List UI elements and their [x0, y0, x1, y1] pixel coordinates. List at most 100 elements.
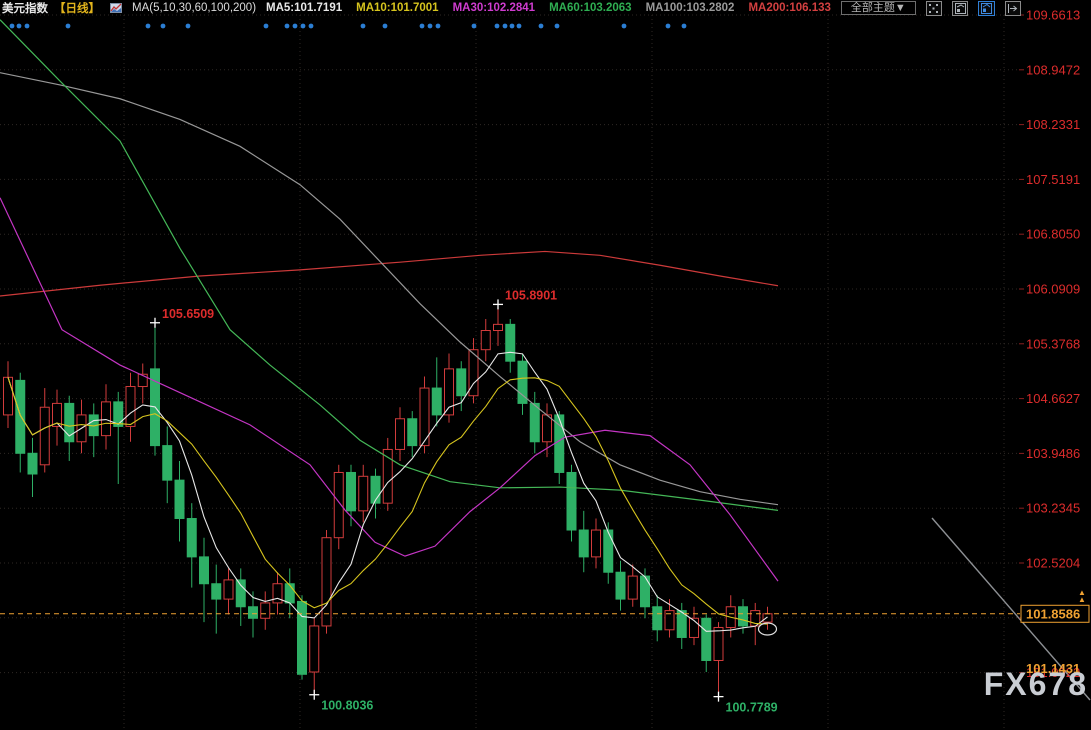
price-annotation: 100.8036 [321, 699, 373, 713]
price-axis: 109.6613108.9472108.2331107.5191106.8050… [1019, 8, 1089, 681]
candle-up [543, 415, 552, 442]
event-dot [428, 24, 433, 29]
candle-up [481, 331, 490, 350]
event-dot [622, 24, 627, 29]
candle-up [359, 476, 368, 511]
event-dot [10, 24, 15, 29]
ma-line-ma30 [0, 198, 778, 581]
export-pane-icon-button[interactable] [1005, 1, 1021, 16]
candle-down [236, 580, 245, 607]
candle-down [432, 388, 441, 415]
event-dot [420, 24, 425, 29]
candle-down [249, 607, 258, 619]
mini-chart-icon [110, 2, 122, 14]
scroll-up-arrow[interactable]: ▲ [1078, 588, 1086, 597]
candle-up [714, 627, 723, 660]
candle-down [555, 415, 564, 473]
candle-down [653, 607, 662, 630]
candle-down [187, 519, 196, 557]
candle-down [702, 618, 711, 660]
axis-tick-label: 108.9472 [1026, 62, 1080, 77]
candle-down [16, 380, 25, 453]
layout-grid-icon-button[interactable] [926, 1, 942, 16]
pane-chart-icon-button[interactable] [952, 1, 968, 16]
candle-down [579, 530, 588, 557]
candle-down [408, 419, 417, 446]
candle-down [641, 576, 650, 607]
event-dot [161, 24, 166, 29]
candle-up [628, 576, 637, 599]
candle-up [261, 603, 270, 618]
axis-tick-label: 108.2331 [1026, 117, 1080, 132]
axis-tick-label: 106.0909 [1026, 281, 1080, 296]
event-dots [10, 24, 687, 29]
current-price-label: 101.8586 [1026, 606, 1080, 621]
candlesticks [4, 304, 773, 696]
candle-down [163, 446, 172, 481]
axis-tick-label: 105.3768 [1026, 336, 1080, 351]
axis-tick-label: 104.6627 [1026, 391, 1080, 406]
candle-up [396, 419, 405, 450]
event-dot [555, 24, 560, 29]
candle-up [592, 530, 601, 557]
candle-down [616, 572, 625, 599]
candle-up [126, 387, 135, 427]
candle-up [4, 377, 13, 415]
ma-value: MA200:106.133 [748, 2, 830, 14]
event-dot [517, 24, 522, 29]
event-dot [309, 24, 314, 29]
candle-down [28, 453, 37, 474]
pane-chart-active-icon [981, 3, 992, 14]
candle-down [212, 584, 221, 599]
candle-down [739, 607, 748, 626]
annotations: 105.6509105.8901100.8036100.7789 [150, 288, 778, 714]
ma-value: MA30:102.2841 [453, 2, 535, 14]
axis-tick-label: 107.5191 [1026, 172, 1080, 187]
candle-down [175, 480, 184, 518]
price-annotation: 100.7789 [726, 701, 778, 715]
export-arrow-icon [1007, 3, 1018, 14]
event-dot [472, 24, 477, 29]
event-dot [436, 24, 441, 29]
event-dot [495, 24, 500, 29]
event-dot [17, 24, 22, 29]
price-annotation: 105.8901 [505, 288, 557, 302]
ma-value: MA10:101.7001 [356, 2, 438, 14]
axis-tick-label: 102.5204 [1026, 555, 1080, 570]
event-dot [539, 24, 544, 29]
candle-down [530, 403, 539, 441]
candle-up [763, 614, 772, 622]
event-dot [666, 24, 671, 29]
axis-tick-label: 103.9486 [1026, 446, 1080, 461]
candle-up [322, 538, 331, 626]
theme-dropdown-button[interactable]: 全部主题▼ [841, 1, 916, 15]
symbol-title: 美元指数 [2, 0, 48, 16]
candle-up [494, 324, 503, 330]
ma-value: MA60:103.2063 [549, 2, 631, 14]
event-dot [264, 24, 269, 29]
event-dot [25, 24, 30, 29]
ma-value: MA100:103.2802 [646, 2, 735, 14]
ma-overlays [0, 20, 778, 632]
candle-down [200, 557, 209, 584]
pane-chart-active-icon-button[interactable] [978, 1, 994, 16]
candle-down [347, 472, 356, 510]
candle-up [40, 407, 49, 465]
pane-chart-icon [955, 3, 966, 14]
watermark: FX678 [984, 666, 1088, 703]
toolbar: 美元指数 【日线】 MA(5,10,30,60,100,200) MA5:101… [0, 0, 1091, 15]
candle-up [102, 402, 111, 436]
candle-down [604, 530, 613, 572]
chart-svg[interactable]: 105.6509105.8901100.8036100.7789109.6613… [0, 0, 1091, 730]
candle-down [506, 324, 515, 361]
event-dot [293, 24, 298, 29]
axis-tick-label: 106.8050 [1026, 227, 1080, 242]
event-dot [361, 24, 366, 29]
event-dot [682, 24, 687, 29]
candle-down [285, 584, 294, 603]
event-dot [503, 24, 508, 29]
grid-dots-icon [928, 3, 939, 14]
candle-up [310, 626, 319, 672]
event-dot [146, 24, 151, 29]
event-dot [285, 24, 290, 29]
